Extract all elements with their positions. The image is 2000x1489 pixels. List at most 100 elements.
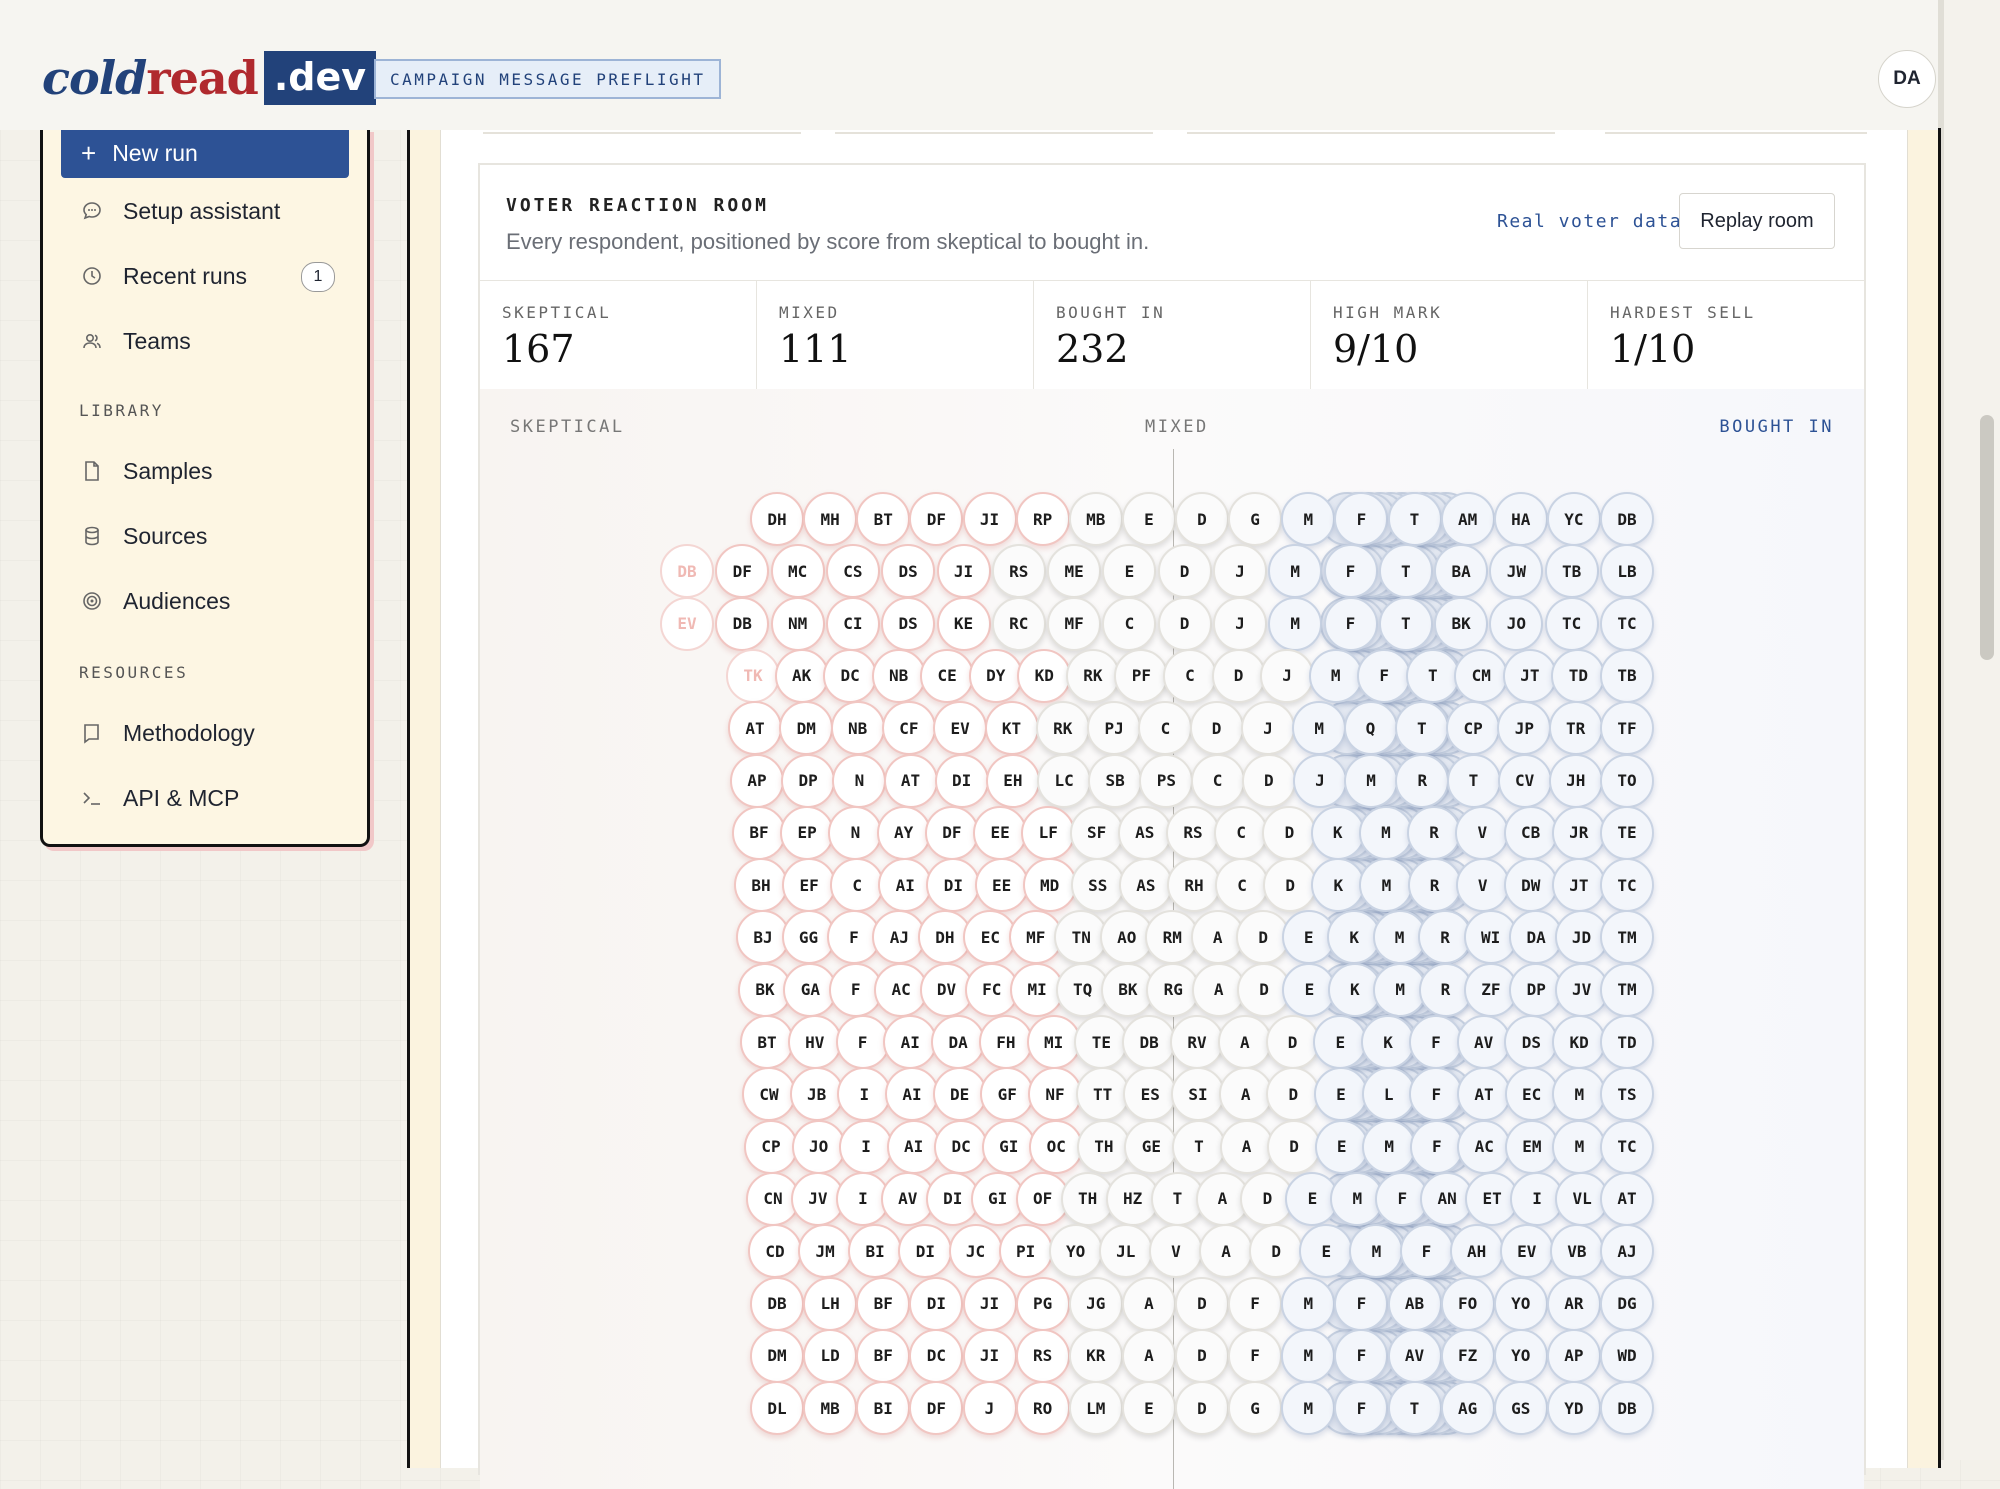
respondent-dot[interactable]: E (1121, 492, 1176, 546)
respondent-dot[interactable]: F (1228, 1276, 1283, 1331)
respondent-dot[interactable]: FO (1440, 1276, 1495, 1331)
respondent-dot[interactable]: C (1190, 753, 1245, 808)
respondent-dot[interactable]: G (1228, 1381, 1283, 1436)
respondent-dot[interactable]: PS (1139, 753, 1194, 808)
respondent-dot[interactable]: AV (1456, 1015, 1511, 1069)
respondent-dot[interactable]: NM (770, 596, 825, 651)
respondent-dot[interactable]: EP (780, 805, 835, 860)
sidebar-item-sources[interactable]: Sources (61, 511, 349, 561)
respondent-dot[interactable]: DI (934, 753, 989, 808)
respondent-dot[interactable]: PG (1015, 1276, 1070, 1331)
respondent-dot[interactable]: AP (730, 753, 784, 808)
respondent-dot[interactable]: T (1405, 648, 1460, 703)
respondent-dot[interactable]: CF (881, 701, 936, 756)
respondent-dot[interactable]: KT (984, 701, 1039, 756)
respondent-dot[interactable]: C (1138, 701, 1193, 756)
respondent-dot[interactable]: WD (1600, 1328, 1654, 1383)
respondent-dot[interactable]: JB (789, 1067, 844, 1122)
respondent-dot[interactable]: LH (803, 1276, 858, 1331)
respondent-dot[interactable]: M (1281, 1381, 1336, 1436)
respondent-dot[interactable]: DS (881, 544, 936, 599)
sidebar-item-setup-assistant[interactable]: Setup assistant (61, 186, 349, 236)
respondent-dot[interactable]: D (1211, 648, 1266, 703)
respondent-dot[interactable]: TC (1600, 858, 1654, 913)
respondent-dot[interactable]: MB (803, 1381, 858, 1436)
respondent-dot[interactable]: D (1266, 1067, 1321, 1122)
respondent-dot[interactable]: TH (1076, 1119, 1131, 1174)
respondent-dot[interactable]: YO (1493, 1276, 1548, 1331)
respondent-dot[interactable]: FZ (1440, 1328, 1495, 1383)
respondent-dot[interactable]: DI (926, 858, 981, 913)
respondent-dot[interactable]: DI (898, 1224, 953, 1279)
respondent-dot[interactable]: DS (1504, 1015, 1559, 1069)
respondent-dot[interactable]: DP (781, 753, 836, 808)
respondent-dot[interactable]: ES (1123, 1067, 1178, 1122)
respondent-dot[interactable]: M (1281, 1328, 1336, 1383)
respondent-dot[interactable]: DW (1503, 858, 1558, 913)
respondent-dot[interactable]: BH (734, 858, 788, 913)
respondent-dot[interactable]: JI (962, 1276, 1017, 1331)
respondent-dot[interactable]: EV (933, 701, 988, 756)
respondent-dot[interactable]: M (1552, 1119, 1607, 1174)
new-run-button[interactable]: + New run (61, 128, 349, 178)
respondent-dot[interactable]: JO (791, 1119, 846, 1174)
respondent-dot[interactable]: DA (931, 1015, 986, 1069)
respondent-dot[interactable]: DS (881, 596, 936, 651)
respondent-dot[interactable]: BK (1434, 596, 1489, 651)
respondent-dot[interactable]: T (1394, 701, 1449, 756)
respondent-dot[interactable]: J (1212, 596, 1267, 651)
respondent-dot[interactable]: F (1357, 648, 1412, 703)
respondent-dot[interactable]: G (1228, 492, 1283, 546)
respondent-dot[interactable]: JH (1548, 753, 1603, 808)
respondent-dot[interactable]: YO (1493, 1328, 1548, 1383)
respondent-dot[interactable]: SI (1171, 1067, 1225, 1122)
respondent-dot[interactable]: AH (1449, 1224, 1504, 1279)
respondent-dot[interactable]: DB (715, 596, 770, 651)
respondent-dot[interactable]: M (1308, 648, 1363, 703)
respondent-dot[interactable]: DC (934, 1119, 989, 1174)
respondent-dot[interactable]: TC (1600, 1119, 1654, 1174)
respondent-dot[interactable]: MD (1022, 858, 1077, 913)
respondent-dot[interactable]: D (1175, 1276, 1229, 1331)
respondent-dot[interactable]: D (1263, 858, 1318, 913)
respondent-dot[interactable]: AM (1440, 492, 1495, 546)
respondent-dot[interactable]: M (1268, 544, 1323, 599)
respondent-dot[interactable]: BI (856, 1381, 911, 1436)
respondent-dot[interactable]: D (1265, 1015, 1320, 1069)
respondent-dot[interactable]: AY (876, 805, 931, 860)
scroll-track[interactable] (1938, 0, 2000, 1460)
respondent-dot[interactable]: RS (991, 544, 1046, 599)
respondent-dot[interactable]: C (1102, 596, 1157, 651)
respondent-dot[interactable]: M (1552, 1067, 1607, 1122)
respondent-dot[interactable]: KE (936, 596, 991, 651)
respondent-dot[interactable]: DB (660, 544, 714, 599)
sidebar-item-api-mcp[interactable]: API & MCP (61, 773, 349, 823)
respondent-dot[interactable]: EF (782, 858, 837, 913)
respondent-dot[interactable]: TD (1600, 1015, 1654, 1069)
respondent-dot[interactable]: D (1175, 1328, 1229, 1383)
respondent-dot[interactable]: TK (726, 648, 780, 703)
respondent-dot[interactable]: J (1260, 648, 1315, 703)
respondent-dot[interactable]: A (1121, 1276, 1176, 1331)
respondent-dot[interactable]: AV (1387, 1328, 1442, 1383)
respondent-dot[interactable]: GS (1493, 1381, 1548, 1436)
respondent-dot[interactable]: T (1446, 753, 1501, 808)
respondent-dot[interactable]: DM (750, 1328, 804, 1383)
respondent-dot[interactable]: AB (1387, 1276, 1442, 1331)
respondent-dot[interactable]: MF (1047, 596, 1102, 651)
respondent-dot[interactable]: TC (1600, 596, 1654, 651)
respondent-dot[interactable]: AT (883, 753, 938, 808)
respondent-dot[interactable]: E (1102, 544, 1157, 599)
respondent-dot[interactable]: E (1314, 1119, 1369, 1174)
respondent-dot[interactable]: A (1199, 1224, 1254, 1279)
respondent-dot[interactable]: JI (962, 492, 1017, 546)
respondent-dot[interactable]: CS (825, 544, 880, 599)
respondent-dot[interactable]: RS (1015, 1328, 1070, 1383)
respondent-dot[interactable]: L (1361, 1067, 1416, 1122)
respondent-dot[interactable]: DB (750, 1276, 804, 1331)
respondent-dot[interactable]: AK (774, 648, 829, 703)
respondent-dot[interactable]: TE (1600, 805, 1654, 860)
respondent-dot[interactable]: MC (770, 544, 825, 599)
respondent-dot[interactable]: RC (991, 596, 1046, 651)
respondent-dot[interactable]: EE (973, 805, 1028, 860)
